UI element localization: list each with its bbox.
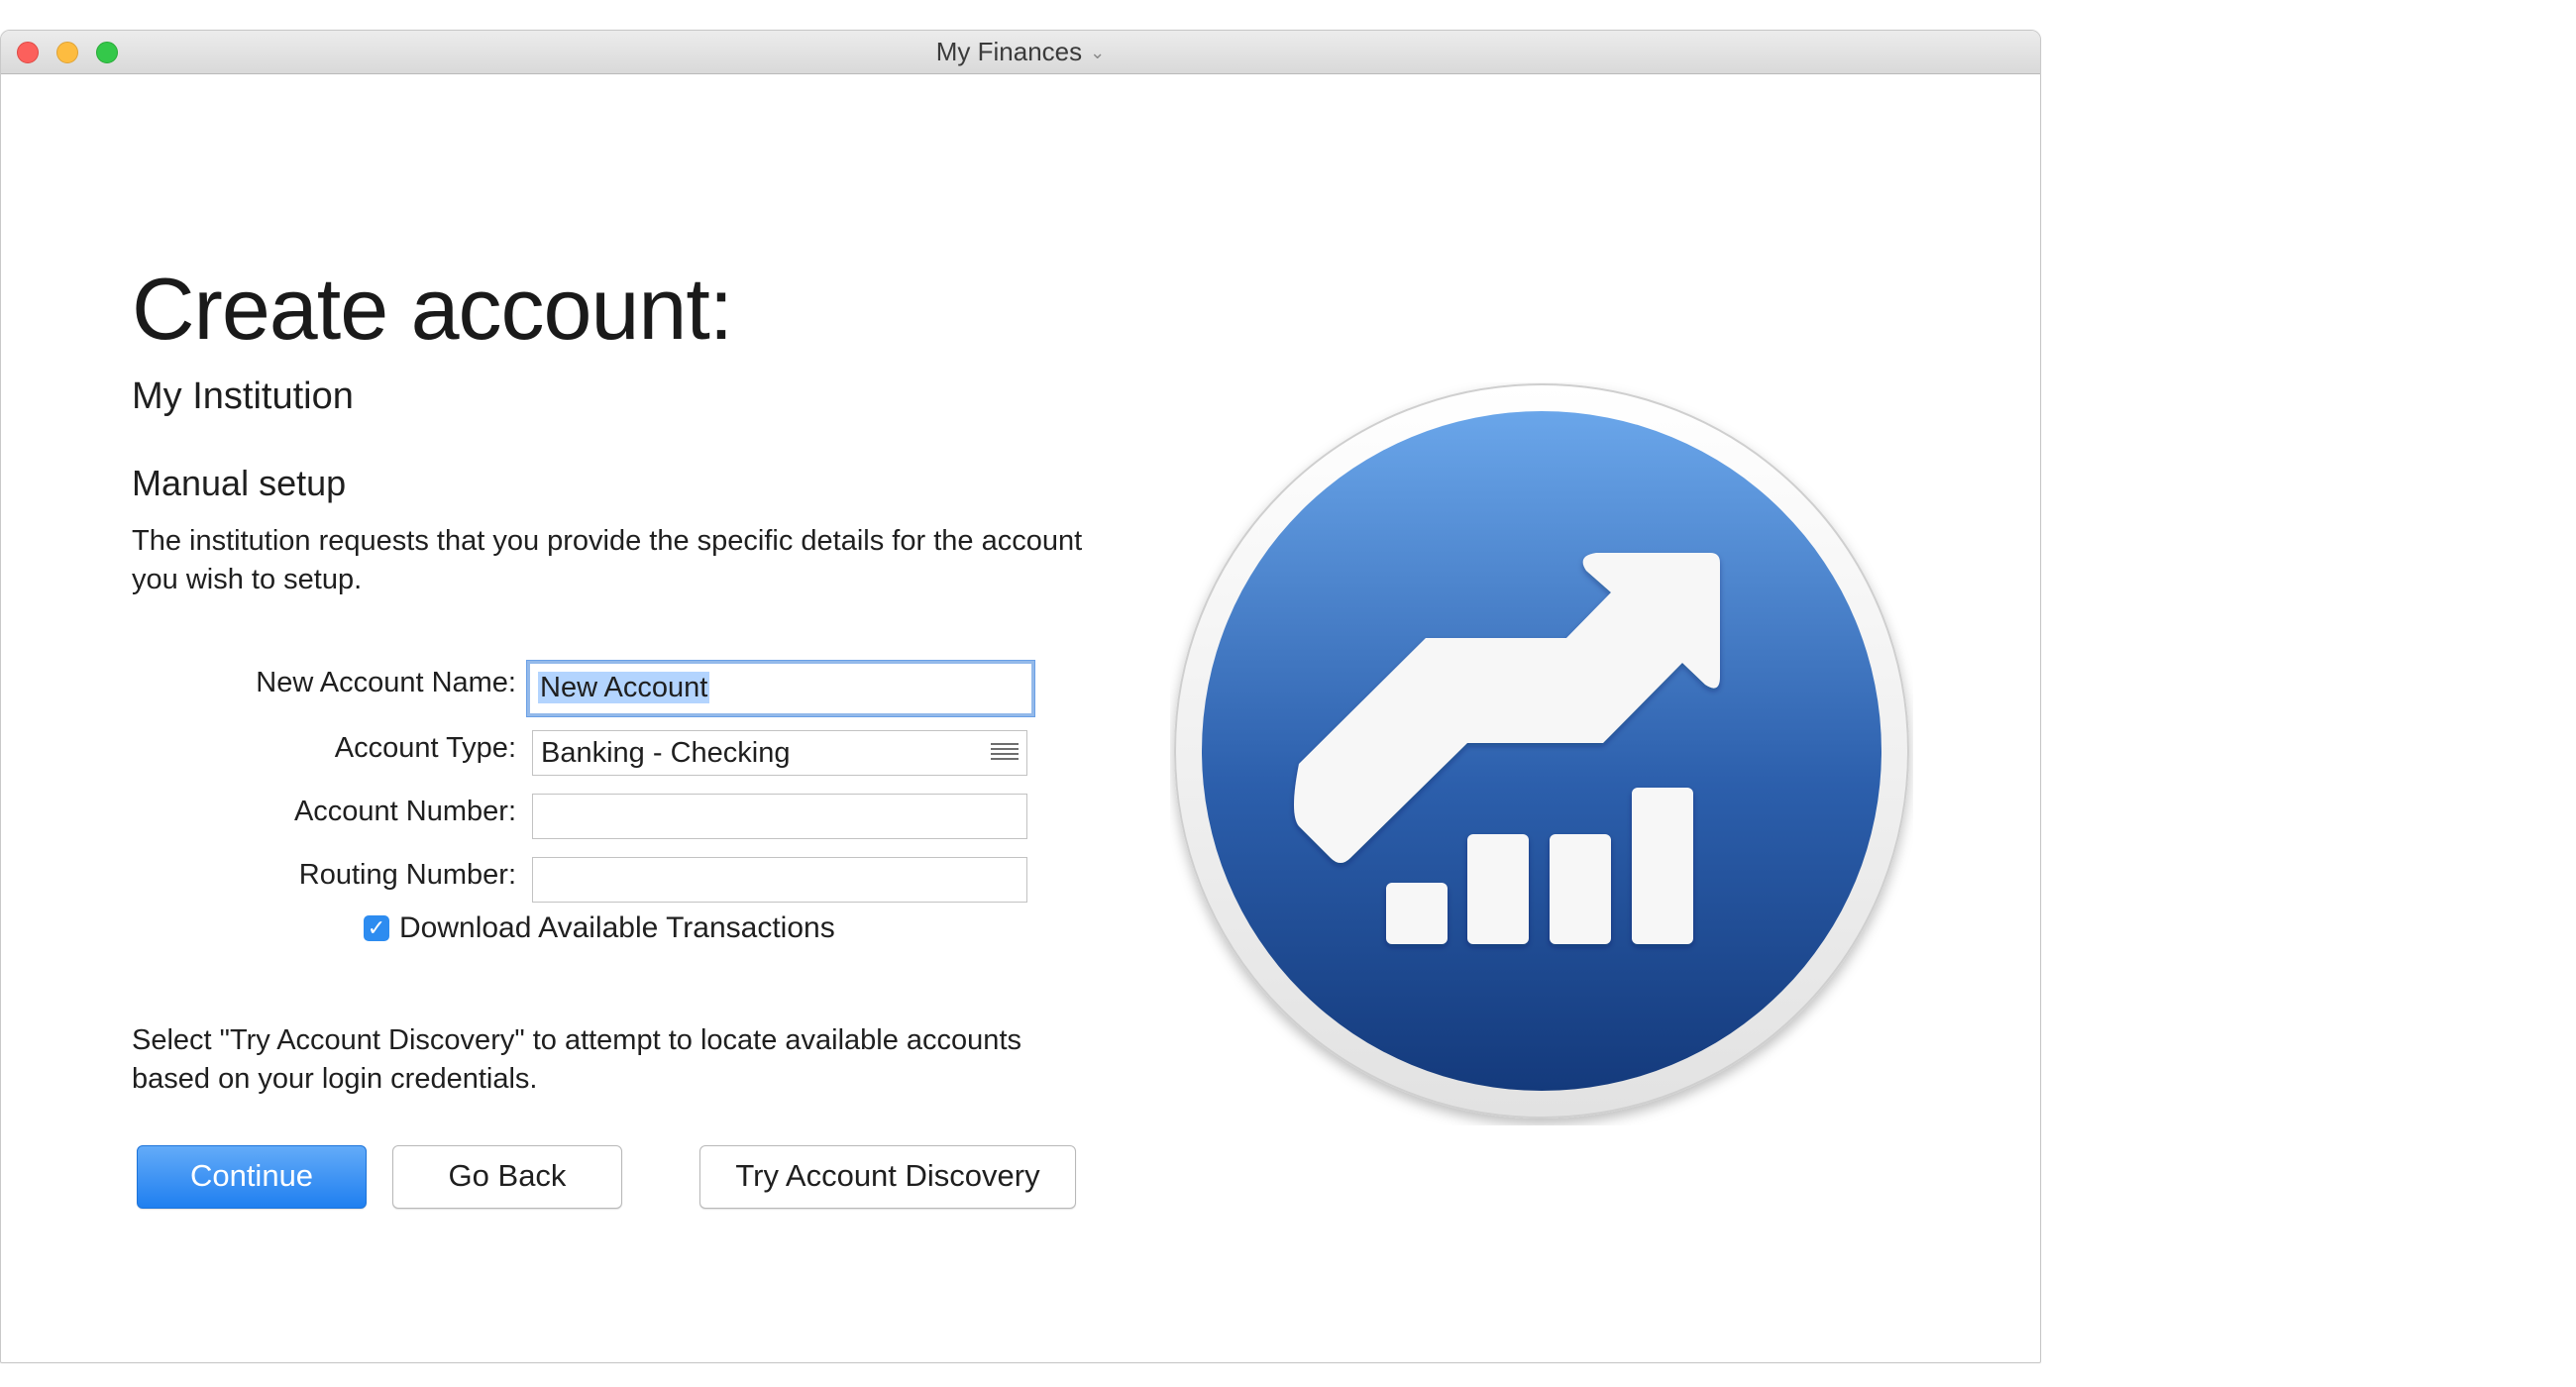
- download-transactions-checkbox[interactable]: ✓: [364, 915, 389, 941]
- section-subheading: Manual setup: [132, 463, 347, 503]
- account-number-input[interactable]: [532, 794, 1027, 839]
- description-text: The institution requests that you provid…: [132, 525, 1083, 595]
- account-type-value: Banking - Checking: [541, 737, 791, 769]
- account-name-input[interactable]: New Account: [527, 661, 1034, 716]
- title-bar[interactable]: My Finances ⌄: [1, 31, 2040, 74]
- account-number-label: Account Number:: [293, 796, 516, 827]
- list-lines-icon: [991, 743, 1019, 763]
- account-type-select[interactable]: Banking - Checking: [532, 730, 1027, 776]
- window-title[interactable]: My Finances ⌄: [1, 31, 2040, 73]
- finance-growth-icon: [1174, 383, 1909, 1119]
- routing-number-label: Routing Number:: [298, 859, 516, 891]
- chevron-down-icon[interactable]: ⌄: [1090, 32, 1105, 74]
- account-name-value: New Account: [538, 672, 710, 703]
- discovery-hint-text: Select "Try Account Discovery" to attemp…: [132, 1024, 1021, 1095]
- account-type-label: Account Type:: [334, 732, 516, 764]
- download-transactions-label[interactable]: Download Available Transactions: [399, 911, 835, 945]
- routing-number-input[interactable]: [532, 857, 1027, 903]
- account-name-label: New Account Name:: [256, 667, 516, 698]
- go-back-button[interactable]: Go Back: [392, 1145, 622, 1209]
- continue-button[interactable]: Continue: [137, 1145, 367, 1209]
- app-window: My Finances ⌄ Create account: My Institut…: [0, 30, 2041, 1363]
- try-account-discovery-button[interactable]: Try Account Discovery: [699, 1145, 1076, 1209]
- institution-name: My Institution: [132, 375, 354, 417]
- page-title: Create account:: [132, 260, 733, 358]
- window-title-text: My Finances: [935, 37, 1083, 66]
